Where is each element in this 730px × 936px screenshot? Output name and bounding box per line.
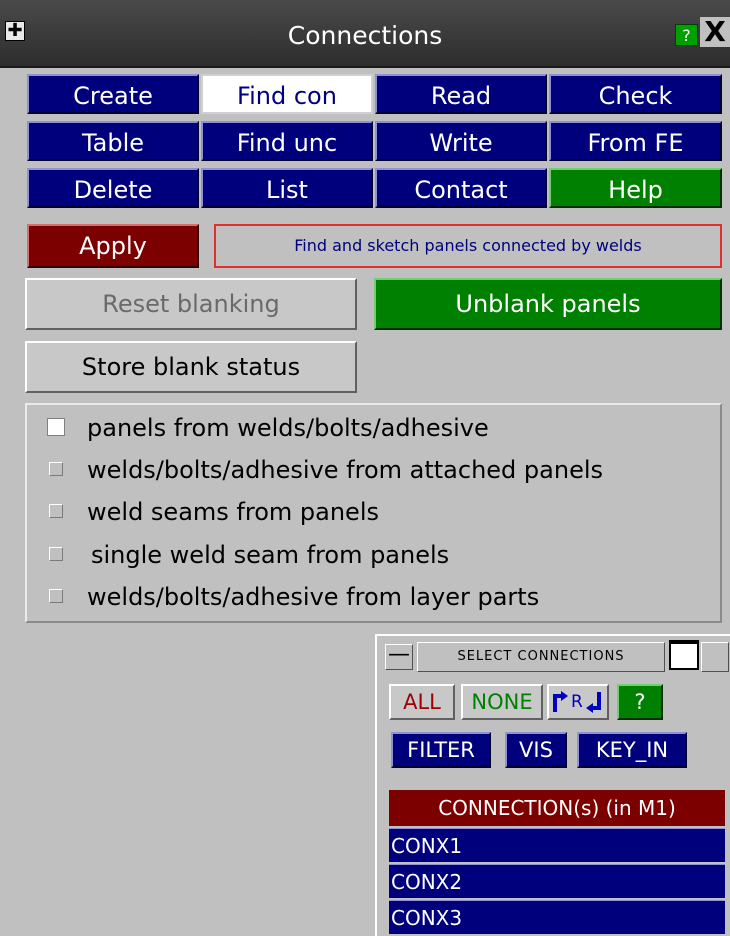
store-blank-status-button[interactable]: Store blank status [25,341,357,393]
option-label: panels from welds/bolts/adhesive [87,414,489,442]
find-unc-button[interactable]: Find unc [201,121,373,161]
connections-window: ✚ Connections ? X Create Find con Read C… [0,0,730,936]
option-label: welds/bolts/adhesive from attached panel… [87,456,603,484]
reverse-selection-button[interactable]: R [547,684,609,720]
checkbox-unchecked[interactable] [49,589,63,603]
read-button[interactable]: Read [375,74,547,114]
create-button[interactable]: Create [27,74,199,114]
minimize-icon[interactable] [669,640,699,670]
find-con-button[interactable]: Find con [201,74,373,114]
option-welds-from-layer-parts[interactable]: welds/bolts/adhesive from layer parts [27,577,717,617]
select-panel-header: — SELECT CONNECTIONS [377,636,730,674]
vis-button[interactable]: VIS [505,732,567,768]
list-item[interactable]: CONX2 [389,864,725,898]
delete-button[interactable]: Delete [27,168,199,208]
unblank-panels-button[interactable]: Unblank panels [374,278,722,330]
checkbox-unchecked[interactable] [49,504,63,518]
option-label: single weld seam from panels [91,541,450,569]
check-button[interactable]: Check [549,74,722,114]
select-help-button[interactable]: ? [617,684,663,720]
option-label: weld seams from panels [87,498,379,526]
option-panels-from-welds[interactable]: panels from welds/bolts/adhesive [27,408,717,448]
connection-list-header: CONNECTION(s) (in M1) [389,790,725,826]
close-icon[interactable]: X [700,17,730,47]
filter-button[interactable]: FILTER [391,732,491,768]
select-panel-title: SELECT CONNECTIONS [417,642,665,672]
reset-blanking-button[interactable]: Reset blanking [25,278,357,330]
option-single-weld-seam[interactable]: single weld seam from panels [27,535,717,575]
help-menu-button[interactable]: Help [549,168,722,208]
title-bar[interactable]: ✚ Connections ? X [0,0,730,68]
table-button[interactable]: Table [27,121,199,161]
apply-button[interactable]: Apply [27,224,199,268]
option-label: welds/bolts/adhesive from layer parts [87,583,540,611]
list-item[interactable]: CONX1 [389,828,725,862]
checkbox-unchecked[interactable] [49,462,63,476]
hint-text: Find and sketch panels connected by weld… [214,224,722,268]
collapse-icon[interactable]: — [385,644,413,670]
option-welds-from-attached-panels[interactable]: welds/bolts/adhesive from attached panel… [27,450,717,490]
list-item[interactable]: CONX3 [389,900,725,934]
maximize-icon[interactable] [701,642,729,672]
from-fe-button[interactable]: From FE [549,121,722,161]
reverse-label: R [571,692,583,712]
select-all-button[interactable]: ALL [389,684,455,720]
window-title: Connections [287,21,443,50]
find-options-group: panels from welds/bolts/adhesive welds/b… [25,403,722,623]
key-in-button[interactable]: KEY_IN [577,732,687,768]
write-button[interactable]: Write [375,121,547,161]
select-connections-panel: — SELECT CONNECTIONS ALL NONE R ? FILTER… [375,634,730,936]
checkbox-unchecked[interactable] [49,547,63,561]
contact-button[interactable]: Contact [375,168,547,208]
list-button[interactable]: List [201,168,373,208]
option-weld-seams-from-panels[interactable]: weld seams from panels [27,492,717,532]
help-button[interactable]: ? [675,24,698,46]
select-none-button[interactable]: NONE [461,684,543,720]
checkbox-checked[interactable] [47,418,65,436]
